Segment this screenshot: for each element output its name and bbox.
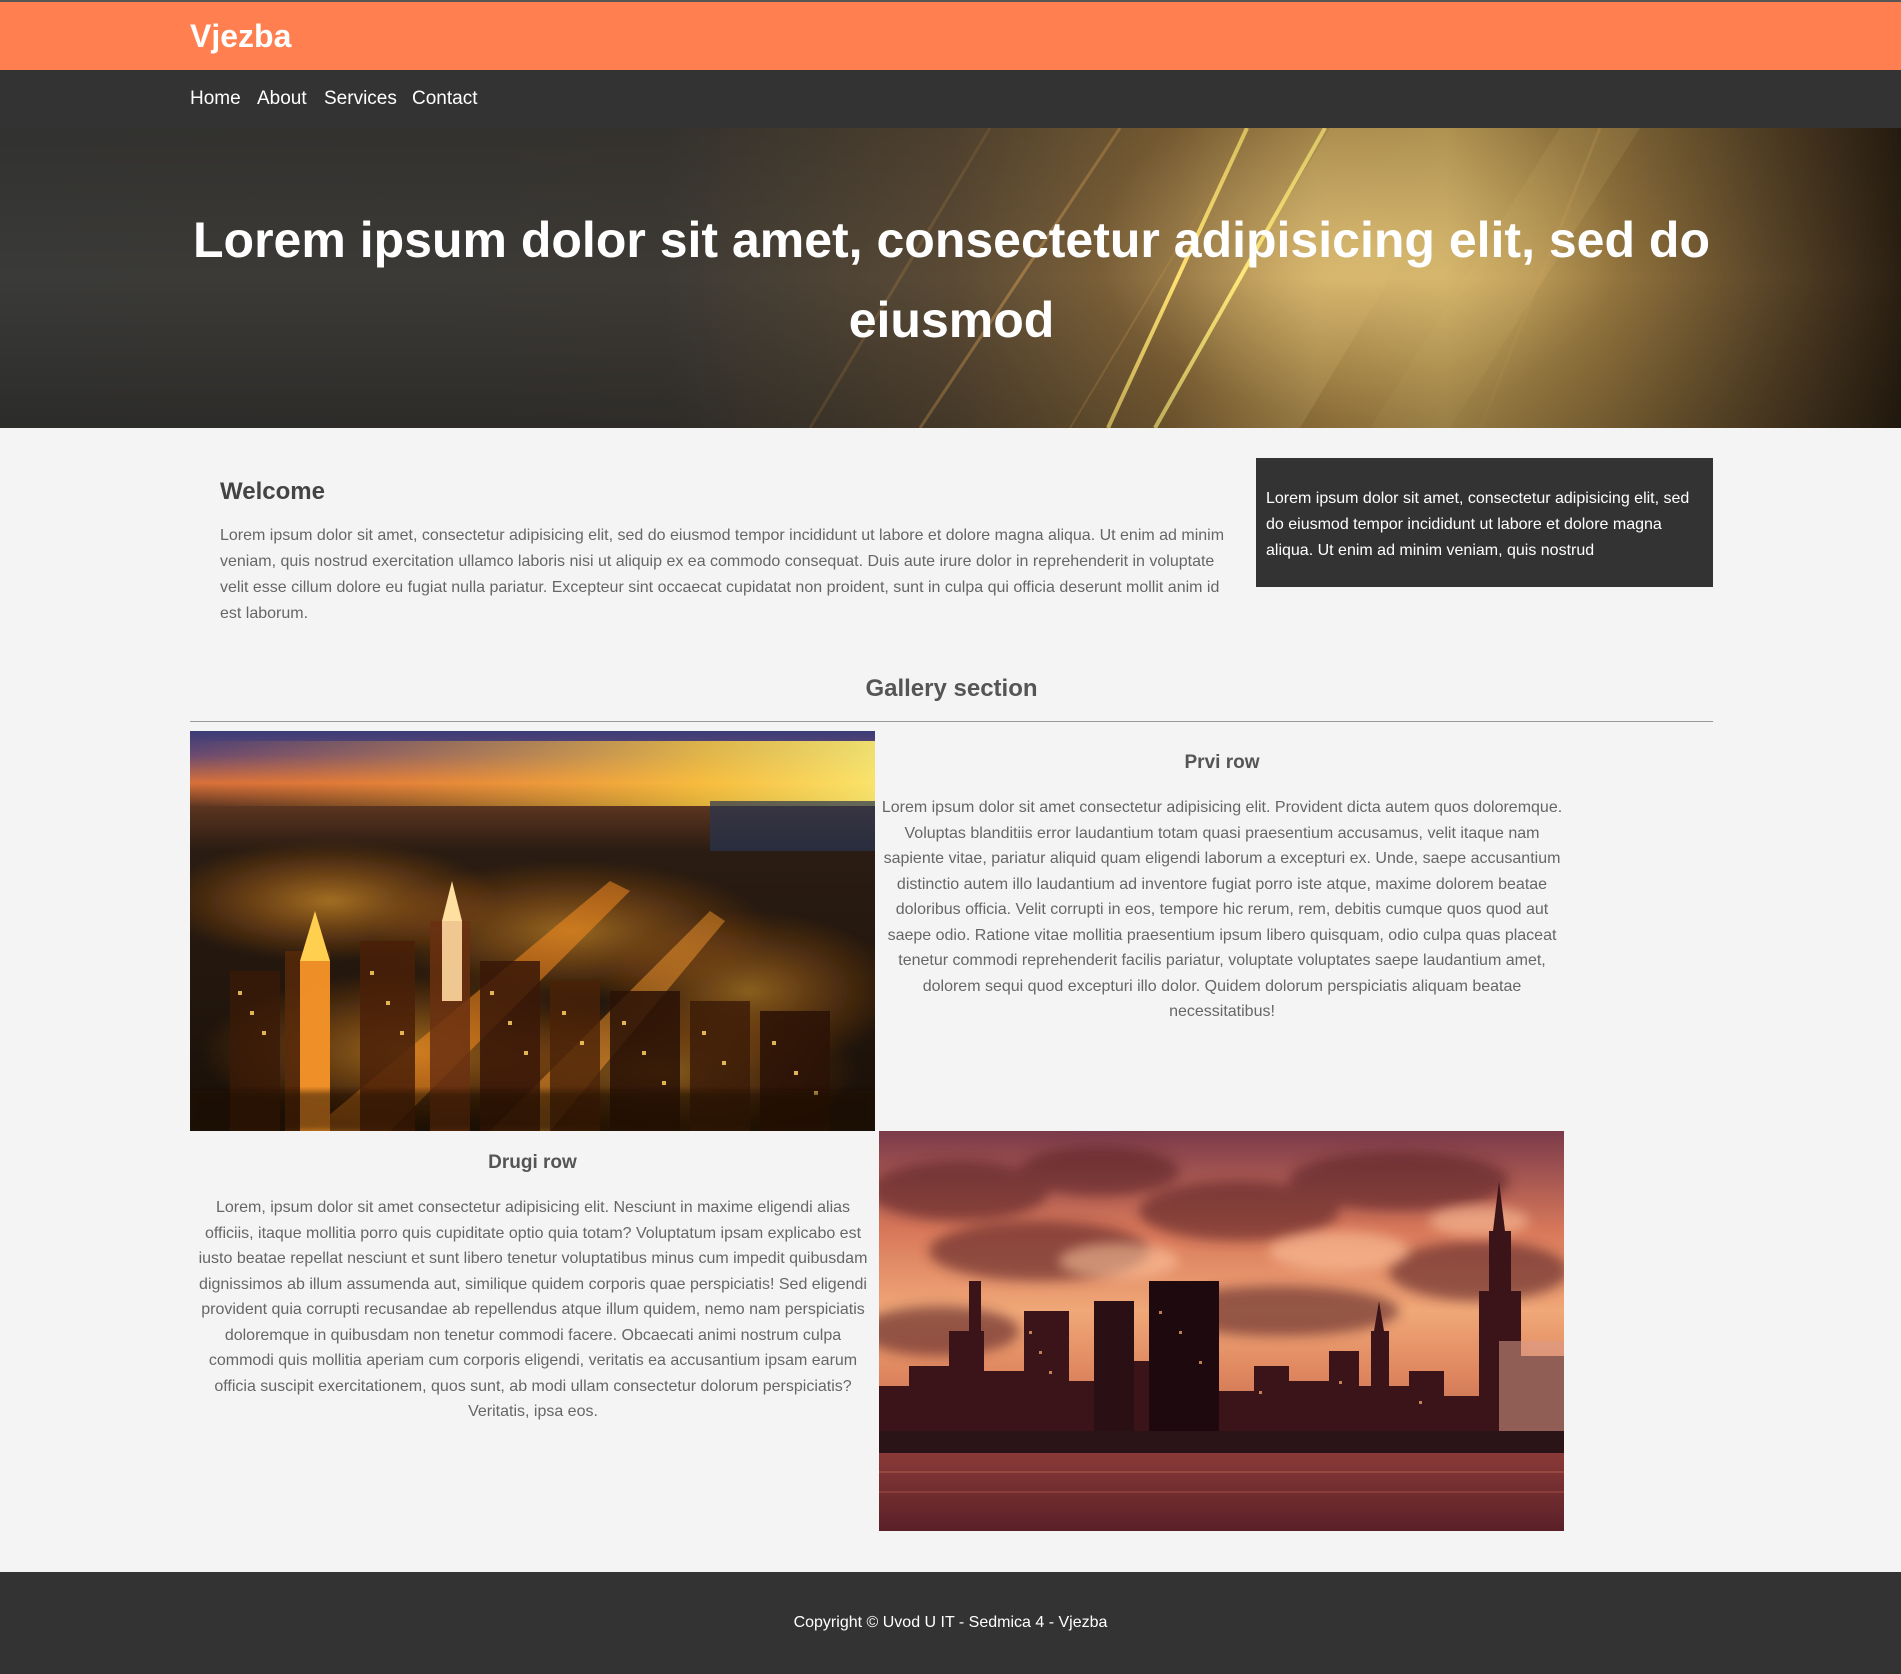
gallery-image-city-night [190, 731, 875, 1131]
sidebar-text: Lorem ipsum dolor sit amet, consectetur … [1266, 490, 1690, 559]
gallery-heading: Gallery section [865, 675, 1038, 702]
nav-link-contact[interactable]: Contact [412, 88, 477, 110]
hero-title: Lorem ipsum dolor sit amet, consectetur … [193, 212, 1710, 348]
nav-link-home[interactable]: Home [190, 88, 241, 110]
site-footer: Copyright © Uvod U IT - Sedmica 4 - Vjez… [0, 1572, 1901, 1674]
sidebar-box: Lorem ipsum dolor sit amet, consectetur … [1256, 458, 1713, 587]
gallery-row-2-heading: Drugi row [488, 1152, 577, 1173]
welcome-text: Lorem ipsum dolor sit amet, consectetur … [220, 527, 1225, 622]
nav-link-services[interactable]: Services [324, 88, 397, 110]
main-navigation: Home About Services Contact [0, 70, 1901, 128]
site-header: Vjezba [0, 0, 1901, 70]
gallery-row-1-text: Lorem ipsum dolor sit amet consectetur a… [881, 799, 1563, 1020]
footer-copyright: Copyright © Uvod U IT - Sedmica 4 - Vjez… [793, 1614, 1108, 1631]
hero-banner: Lorem ipsum dolor sit amet, consectetur … [0, 128, 1901, 428]
gallery-row-2-text: Lorem, ipsum dolor sit amet consectetur … [198, 1199, 868, 1420]
gallery-row-1-heading: Prvi row [1184, 752, 1260, 773]
gallery-image-skyline-sunset [879, 1131, 1564, 1531]
gallery-divider [190, 721, 1713, 722]
nav-link-about[interactable]: About [257, 88, 307, 110]
welcome-heading: Welcome [220, 478, 325, 505]
brand-logo[interactable]: Vjezba [190, 18, 291, 55]
page: Vjezba Home About Services Contact Lorem… [0, 0, 1901, 1674]
